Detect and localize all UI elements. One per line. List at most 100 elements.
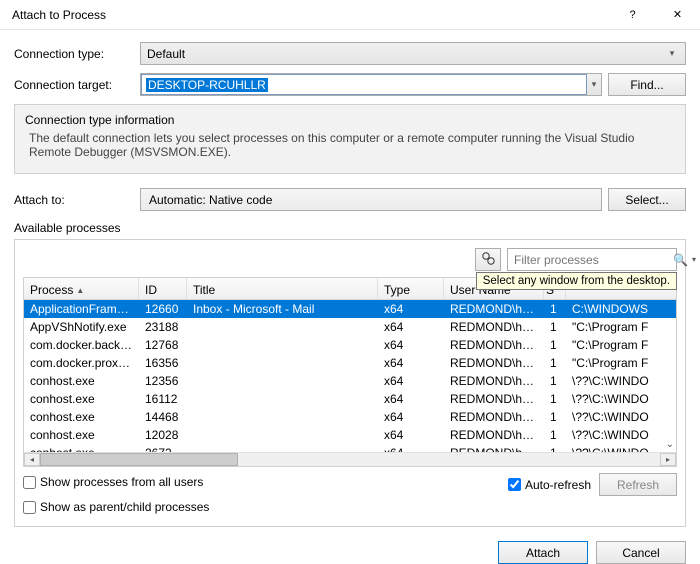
cell: 1 <box>544 302 566 316</box>
connection-target-value: DESKTOP-RCUHLLR <box>146 78 268 92</box>
cell: 14468 <box>139 410 187 424</box>
cell: 1 <box>544 410 566 424</box>
filter-processes-input[interactable] <box>514 253 669 267</box>
cell: 1 <box>544 392 566 406</box>
cell: "C:\Program F <box>566 338 670 352</box>
col-process[interactable]: Process▲ <box>24 278 139 299</box>
available-processes-label: Available processes <box>14 221 686 235</box>
filter-processes-box[interactable]: 🔍 ▾ <box>507 248 677 271</box>
crosshair-icon <box>481 251 495 268</box>
cell: 12768 <box>139 338 187 352</box>
cell: com.docker.proxy.exe <box>24 356 139 370</box>
cell: 1 <box>544 374 566 388</box>
cell: conhost.exe <box>24 374 139 388</box>
scroll-right-icon[interactable]: ▸ <box>660 453 676 466</box>
cell: 1 <box>544 356 566 370</box>
connection-info-title: Connection type information <box>25 113 675 127</box>
dialog-title: Attach to Process <box>12 8 610 22</box>
help-button[interactable]: ? <box>610 0 655 30</box>
cell: x64 <box>378 338 444 352</box>
connection-target-input[interactable]: DESKTOP-RCUHLLR <box>141 74 587 95</box>
connection-info-box: Connection type information The default … <box>14 104 686 174</box>
cell: x64 <box>378 410 444 424</box>
processes-group: 🔍 ▾ Select any window from the desktop. … <box>14 239 686 527</box>
show-parent-child-checkbox[interactable]: Show as parent/child processes <box>23 500 677 514</box>
table-row[interactable]: conhost.exe12028x64REDMOND\hahole1\??\C:… <box>24 426 676 444</box>
horizontal-scrollbar[interactable]: ◂ ▸ <box>24 452 676 466</box>
cell: 23188 <box>139 320 187 334</box>
cell: Inbox - Microsoft - Mail <box>187 302 378 316</box>
table-row[interactable]: com.docker.backend...12768x64REDMOND\hah… <box>24 336 676 354</box>
cell: 16112 <box>139 392 187 406</box>
attach-button[interactable]: Attach <box>498 541 588 564</box>
connection-target-label: Connection target: <box>14 78 134 92</box>
cell: 1 <box>544 428 566 442</box>
cell: x64 <box>378 320 444 334</box>
chevron-down-icon: ▾ <box>587 79 601 90</box>
auto-refresh-label: Auto-refresh <box>525 478 591 492</box>
auto-refresh-checkbox[interactable]: Auto-refresh <box>508 478 591 492</box>
connection-target-combo[interactable]: DESKTOP-RCUHLLR ▾ <box>140 73 602 96</box>
scroll-indicator-icon: ⌄ <box>666 439 674 450</box>
table-row[interactable]: AppVShNotify.exe23188x64REDMOND\hahole1"… <box>24 318 676 336</box>
cell: "C:\Program F <box>566 320 670 334</box>
col-type[interactable]: Type <box>378 278 444 299</box>
show-parent-child-input[interactable] <box>23 501 36 514</box>
table-row[interactable]: ApplicationFrameHo...12660Inbox - Micros… <box>24 300 676 318</box>
cell: conhost.exe <box>24 410 139 424</box>
processes-grid[interactable]: Process▲ ID Title Type User Name S Appli… <box>23 277 677 467</box>
cell: 1 <box>544 338 566 352</box>
cell: 12356 <box>139 374 187 388</box>
cell: x64 <box>378 356 444 370</box>
search-icon: 🔍 <box>673 253 688 267</box>
cell: com.docker.backend... <box>24 338 139 352</box>
show-all-users-input[interactable] <box>23 476 36 489</box>
select-window-tooltip: Select any window from the desktop. <box>476 272 677 290</box>
cell: x64 <box>378 302 444 316</box>
cell: x64 <box>378 374 444 388</box>
cell: x64 <box>378 428 444 442</box>
cell: C:\WINDOWS <box>566 302 670 316</box>
find-button[interactable]: Find... <box>608 73 686 96</box>
cell: \??\C:\WINDO <box>566 410 670 424</box>
scrollbar-thumb[interactable] <box>40 453 238 466</box>
cell: 12660 <box>139 302 187 316</box>
connection-type-label: Connection type: <box>14 47 134 61</box>
cell: REDMOND\hahole <box>444 374 544 388</box>
cell: REDMOND\hahole <box>444 410 544 424</box>
connection-type-combo[interactable]: Default ▾ <box>140 42 686 65</box>
select-button[interactable]: Select... <box>608 188 686 211</box>
cell: conhost.exe <box>24 392 139 406</box>
table-row[interactable]: conhost.exe14468 x64REDMOND\hahole1\??\C:… <box>24 408 676 426</box>
cell: ApplicationFrameHo... <box>24 302 139 316</box>
refresh-button[interactable]: Refresh <box>599 473 677 496</box>
chevron-down-icon[interactable]: ▾ <box>692 255 696 264</box>
cell: 16356 <box>139 356 187 370</box>
select-window-button[interactable] <box>475 248 501 271</box>
table-row[interactable]: conhost.exe12356x64REDMOND\hahole1\??\C:… <box>24 372 676 390</box>
col-title[interactable]: Title <box>187 278 378 299</box>
scroll-left-icon[interactable]: ◂ <box>24 453 40 466</box>
cell: 1 <box>544 320 566 334</box>
attach-to-value: Automatic: Native code <box>140 188 602 211</box>
table-row[interactable]: com.docker.proxy.exe16356 x64REDMOND\haho… <box>24 354 676 372</box>
cell: \??\C:\WINDO <box>566 392 670 406</box>
cancel-button[interactable]: Cancel <box>596 541 686 564</box>
cell: x64 <box>378 392 444 406</box>
cell: conhost.exe <box>24 428 139 442</box>
auto-refresh-input[interactable] <box>508 478 521 491</box>
table-row[interactable]: conhost.exe16112 x64REDMOND\hahole1\??\C:… <box>24 390 676 408</box>
cell: \??\C:\WINDO <box>566 428 670 442</box>
cell: "C:\Program F <box>566 356 670 370</box>
cell: AppVShNotify.exe <box>24 320 139 334</box>
cell: REDMOND\hahole <box>444 356 544 370</box>
cell: REDMOND\hahole <box>444 302 544 316</box>
cell: REDMOND\hahole <box>444 392 544 406</box>
attach-to-label: Attach to: <box>14 193 134 207</box>
close-button[interactable]: ✕ <box>655 0 700 30</box>
connection-type-value: Default <box>147 47 665 61</box>
chevron-down-icon: ▾ <box>665 48 679 59</box>
cell: REDMOND\hahole <box>444 428 544 442</box>
titlebar: Attach to Process ? ✕ <box>0 0 700 30</box>
col-id[interactable]: ID <box>139 278 187 299</box>
